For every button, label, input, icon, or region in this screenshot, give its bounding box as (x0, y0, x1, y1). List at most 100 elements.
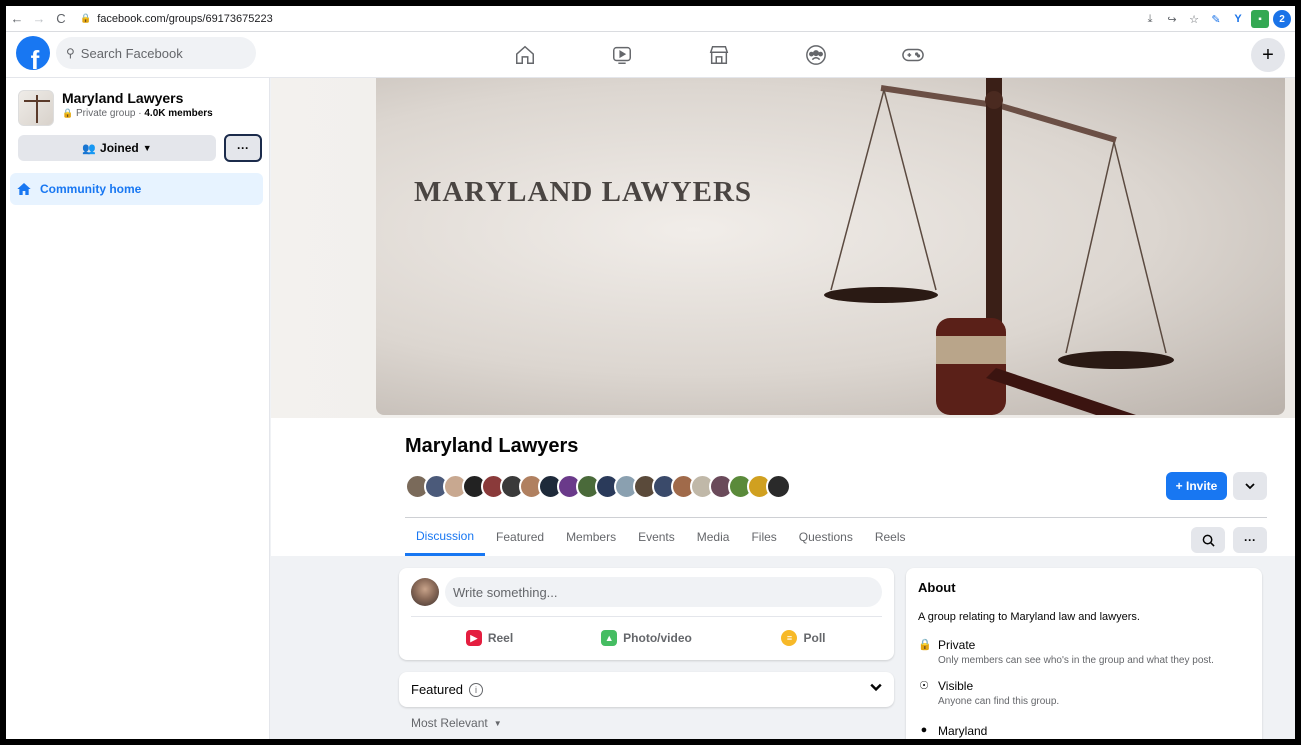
search-icon (1202, 534, 1215, 547)
window: ← → C 🔒 facebook.com/groups/69173675223 … (6, 6, 1295, 739)
group-sidebar: Maryland Lawyers 🔒 Private group · 4.0K … (6, 78, 270, 739)
reel-icon: ▶ (465, 630, 482, 646)
featured-header: Featured i (411, 682, 484, 697)
home-icon[interactable] (476, 32, 573, 78)
write-placeholder: Write something... (453, 584, 558, 600)
bookmark-star-icon[interactable]: ☆ (1185, 10, 1203, 28)
about-location-row: ● Maryland (918, 724, 988, 738)
address-bar[interactable]: 🔒 facebook.com/groups/69173675223 (80, 13, 273, 25)
group-meta: 🔒 Private group · 4.0K members (62, 108, 213, 119)
group-title[interactable]: Maryland Lawyers (405, 435, 578, 458)
reel-label: Reel (487, 631, 514, 645)
share-icon[interactable]: ↪ (1163, 10, 1181, 28)
poll-label: Poll (803, 631, 826, 645)
more-options-button[interactable]: ··· (224, 134, 262, 162)
photo-icon: ▲ (601, 630, 618, 646)
write-something-input[interactable]: Write something... (445, 577, 882, 607)
invite-button[interactable]: + Invite (1166, 472, 1227, 500)
reel-button[interactable]: ▶ Reel (411, 620, 568, 656)
members-icon: 👥 (82, 142, 97, 155)
group-header-section: MARYLAND LAWYERS Maryland Lawyers + Invi… (271, 78, 1295, 556)
home-filled-icon (17, 183, 31, 195)
extension-blue-icon[interactable]: 2 (1273, 10, 1291, 28)
search-placeholder: Search Facebook (80, 45, 183, 61)
search-icon: ⚲ (66, 46, 75, 60)
about-card: About A group relating to Maryland law a… (906, 568, 1262, 739)
browser-extensions: ⤓ ↪ ☆ ✎ Y ▪ 2 (1141, 6, 1295, 32)
location-pin-icon: ● (920, 724, 928, 736)
account-controls: + (1251, 38, 1285, 72)
lock-small-icon: 🔒 (62, 108, 74, 118)
post-composer: Write something... ▶ Reel ▲ Photo/video … (399, 568, 894, 660)
browser-toolbar: ← → C 🔒 facebook.com/groups/69173675223 … (6, 6, 1295, 32)
group-search-button[interactable] (1191, 527, 1225, 553)
cover-photo[interactable]: MARYLAND LAWYERS (376, 78, 1285, 415)
sidebar-item-community-home[interactable]: Community home (10, 173, 263, 205)
sort-dropdown[interactable]: Most Relevant ▼ (411, 716, 502, 730)
extension-pen-icon[interactable]: ✎ (1207, 10, 1225, 28)
featured-label: Featured (411, 682, 464, 697)
tab-more-button[interactable]: ··· (1233, 527, 1267, 553)
lock-icon: 🔒 (918, 639, 932, 651)
member-count: 4.0K members (144, 108, 213, 119)
about-description: A group relating to Maryland law and law… (918, 611, 1140, 623)
group-thumbnail[interactable] (18, 90, 54, 126)
tab-questions[interactable]: Questions (788, 518, 864, 556)
forward-arrow-icon[interactable]: → (28, 8, 50, 30)
tab-files[interactable]: Files (740, 518, 787, 556)
install-app-icon[interactable]: ⤓ (1141, 10, 1159, 28)
member-avatars[interactable] (405, 474, 791, 499)
search-input[interactable]: ⚲ Search Facebook (56, 37, 256, 69)
watch-video-icon[interactable] (573, 32, 670, 78)
group-header: Maryland Lawyers 🔒 Private group · 4.0K … (18, 90, 213, 126)
chevron-down-button[interactable] (1233, 472, 1267, 500)
caret-down-icon: ▼ (493, 718, 502, 728)
scales-of-justice-image (824, 78, 1174, 415)
chevron-down-icon[interactable] (870, 681, 882, 696)
eye-icon: ☉ (919, 680, 929, 692)
groups-icon[interactable] (767, 32, 864, 78)
about-heading: About (918, 580, 956, 595)
poll-button[interactable]: ≡ Poll (725, 620, 882, 656)
private-subtitle: Only members can see who's in the group … (938, 655, 1214, 666)
group-name[interactable]: Maryland Lawyers (62, 90, 213, 106)
marketplace-icon[interactable] (670, 32, 767, 78)
member-avatar[interactable] (766, 474, 791, 499)
gaming-icon[interactable] (864, 32, 961, 78)
tab-reels[interactable]: Reels (864, 518, 917, 556)
tab-media[interactable]: Media (686, 518, 741, 556)
lock-icon: 🔒 (80, 13, 92, 23)
photo-video-button[interactable]: ▲ Photo/video (568, 620, 725, 656)
group-tabs: Discussion Featured Members Events Media… (405, 518, 917, 556)
tab-featured[interactable]: Featured (485, 518, 555, 556)
create-button[interactable]: + (1251, 38, 1285, 72)
privacy-label: Private group · (76, 108, 145, 119)
photo-label: Photo/video (623, 631, 692, 645)
joined-label: Joined (100, 141, 139, 155)
extension-green-icon[interactable]: ▪ (1251, 10, 1269, 28)
tab-events[interactable]: Events (627, 518, 686, 556)
tab-discussion[interactable]: Discussion (405, 518, 486, 556)
about-visible-row: ☉ Visible Anyone can find this group. (918, 679, 1059, 707)
private-title: Private (938, 638, 976, 652)
caret-down-icon: ▼ (142, 143, 152, 153)
location-text: Maryland (938, 724, 988, 738)
facebook-top-nav: f ⚲ Search Facebook + (6, 32, 1295, 78)
joined-button[interactable]: 👥 Joined ▼ (18, 135, 216, 161)
reload-icon[interactable]: C (50, 8, 72, 30)
poll-icon: ≡ (781, 630, 798, 646)
main-nav-tabs (476, 32, 961, 78)
about-private-row: 🔒 Private Only members can see who's in … (918, 638, 1214, 666)
visible-subtitle: Anyone can find this group. (938, 696, 1060, 707)
composer-actions: ▶ Reel ▲ Photo/video ≡ Poll (411, 620, 882, 656)
composer-divider (411, 616, 882, 617)
user-avatar[interactable] (411, 578, 439, 606)
extension-v-icon[interactable]: Y (1229, 10, 1247, 28)
url-text: facebook.com/groups/69173675223 (97, 12, 273, 25)
back-arrow-icon[interactable]: ← (6, 8, 28, 30)
facebook-logo-icon[interactable]: f (16, 36, 50, 70)
visible-title: Visible (938, 679, 974, 693)
featured-section[interactable]: Featured i (399, 672, 894, 707)
tab-members[interactable]: Members (555, 518, 627, 556)
info-icon[interactable]: i (469, 682, 484, 697)
